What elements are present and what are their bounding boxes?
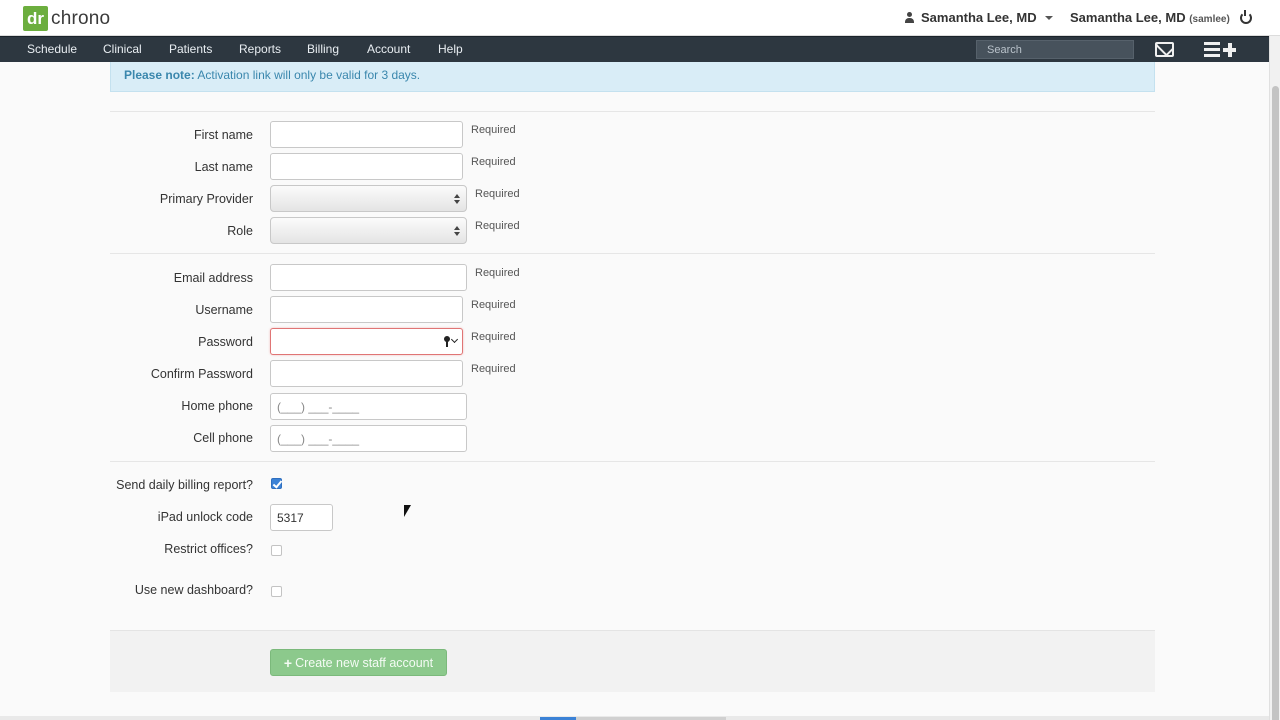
role-select[interactable]: [270, 217, 467, 244]
create-staff-account-button[interactable]: + Create new staff account: [270, 649, 447, 676]
password-wrapper: [270, 328, 463, 355]
mail-icon[interactable]: [1155, 42, 1174, 57]
confirm-password-field[interactable]: [270, 360, 463, 387]
cell-phone-label: Cell phone: [193, 431, 253, 445]
user-icon: [904, 11, 915, 24]
email-label: Email address: [173, 271, 253, 285]
email-required: Required: [475, 267, 520, 279]
account-user-handle: (samlee): [1189, 14, 1230, 25]
provider-dropdown[interactable]: Samantha Lee, MD: [904, 10, 1053, 25]
new-dashboard-label: Use new dashboard?: [134, 583, 253, 597]
logo-text: chrono: [51, 7, 111, 29]
menu-plus-icon[interactable]: [1204, 42, 1242, 58]
account-user-name: Samantha Lee, MD: [1070, 10, 1186, 25]
caret-down-icon: [1044, 15, 1053, 20]
primary-provider-required: Required: [475, 188, 520, 200]
nav-reports[interactable]: Reports: [239, 42, 281, 56]
last-name-required: Required: [471, 156, 516, 168]
bottom-progress-bar: [0, 716, 1269, 720]
power-icon[interactable]: [1239, 10, 1252, 24]
select-arrows-icon: [454, 226, 460, 237]
note-text: Activation link will only be valid for 3…: [194, 68, 421, 82]
role-label: Role: [227, 224, 253, 238]
username-label: Username: [195, 303, 253, 317]
daily-billing-checkbox[interactable]: [271, 478, 282, 489]
account-user[interactable]: Samantha Lee, MD (samlee): [1070, 10, 1230, 25]
divider: [110, 253, 1155, 254]
last-name-field[interactable]: [270, 153, 463, 180]
nav-help[interactable]: Help: [438, 42, 463, 56]
password-required: Required: [471, 331, 516, 343]
email-field[interactable]: [270, 264, 467, 291]
logo-mark: dr: [23, 6, 48, 31]
first-name-required: Required: [471, 124, 516, 136]
search-input[interactable]: [976, 40, 1134, 59]
first-name-field[interactable]: [270, 121, 463, 148]
ipad-unlock-field[interactable]: [270, 504, 333, 531]
username-field[interactable]: [270, 296, 463, 323]
password-field[interactable]: [270, 328, 463, 355]
last-name-label: Last name: [194, 160, 253, 174]
divider: [110, 461, 1155, 462]
restrict-offices-label: Restrict offices?: [164, 542, 253, 556]
top-bar: dr chrono Samantha Lee, MD Samantha Lee,…: [0, 0, 1280, 36]
create-staff-account-label: Create new staff account: [295, 655, 434, 670]
home-phone-field[interactable]: [270, 393, 467, 420]
role-required: Required: [475, 220, 520, 232]
page-scrollbar[interactable]: [1269, 36, 1280, 720]
password-label: Password: [198, 335, 253, 349]
daily-billing-label: Send daily billing report?: [116, 478, 253, 492]
drchrono-logo[interactable]: dr chrono: [23, 6, 110, 31]
main-nav: Schedule Clinical Patients Reports Billi…: [0, 36, 1269, 62]
plus-icon: +: [283, 654, 293, 671]
divider: [110, 111, 1155, 112]
nav-clinical[interactable]: Clinical: [103, 42, 142, 56]
form-actions: + Create new staff account: [110, 630, 1155, 692]
nav-billing[interactable]: Billing: [307, 42, 339, 56]
cell-phone-field[interactable]: [270, 425, 467, 452]
note-strong: Please note:: [124, 68, 195, 82]
username-required: Required: [471, 299, 516, 311]
new-dashboard-checkbox[interactable]: [271, 586, 282, 597]
nav-schedule[interactable]: Schedule: [27, 42, 77, 56]
nav-patients[interactable]: Patients: [169, 42, 212, 56]
home-phone-label: Home phone: [181, 399, 253, 413]
scrollbar-thumb[interactable]: [1272, 86, 1279, 720]
restrict-offices-checkbox[interactable]: [271, 545, 282, 556]
activation-note: Please note: Activation link will only b…: [110, 62, 1155, 92]
confirm-password-required: Required: [471, 363, 516, 375]
select-arrows-icon: [454, 194, 460, 205]
primary-provider-select[interactable]: [270, 185, 467, 212]
nav-account[interactable]: Account: [367, 42, 410, 56]
first-name-label: First name: [193, 128, 253, 142]
confirm-password-label: Confirm Password: [150, 367, 253, 381]
ipad-unlock-label: iPad unlock code: [157, 510, 253, 524]
primary-provider-label: Primary Provider: [159, 192, 253, 206]
password-key-icon[interactable]: [444, 335, 459, 347]
provider-dropdown-label: Samantha Lee, MD: [921, 10, 1037, 25]
